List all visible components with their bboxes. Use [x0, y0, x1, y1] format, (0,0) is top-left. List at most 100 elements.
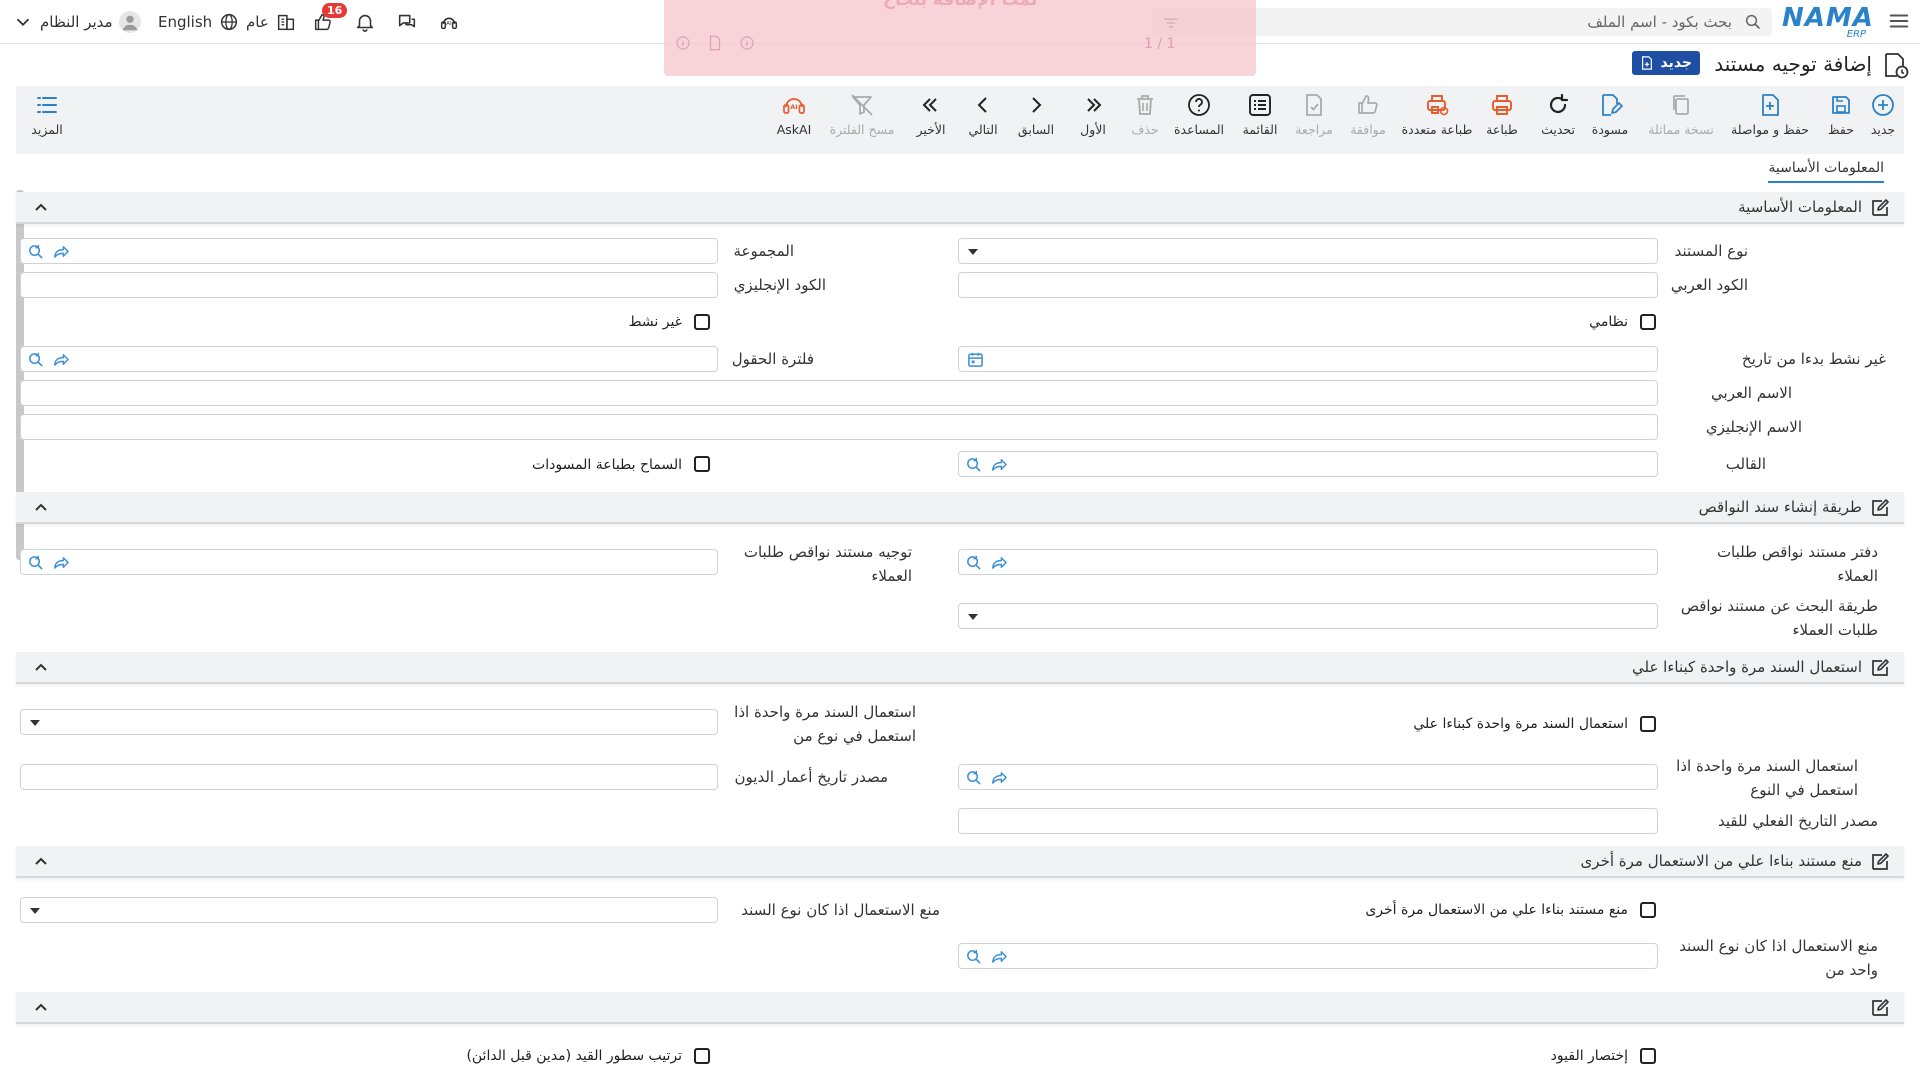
copy-label: نسخة مماثلة	[1648, 122, 1714, 137]
menu-icon[interactable]	[1888, 10, 1910, 32]
shortage-search-method-select[interactable]	[958, 603, 1658, 629]
sort-lines-checkbox[interactable]	[694, 1048, 710, 1064]
multi-print-label: طباعة متعددة	[1401, 122, 1473, 137]
previous-record-button[interactable]: السابق	[1016, 92, 1056, 148]
clear-filter-button[interactable]: مسح الفلترة	[830, 92, 894, 148]
next-record-button[interactable]: التالي	[966, 92, 1000, 148]
review-button[interactable]: مراجعة	[1294, 92, 1334, 148]
svg-text:AI: AI	[790, 103, 797, 111]
actual-date-source-input[interactable]	[958, 808, 1658, 834]
chevron-up-icon[interactable]	[34, 1000, 48, 1014]
use-once-in-type-label: استعمال السند مرة واحدة اذا استعمل في ال…	[1676, 757, 1858, 799]
doc-type-select[interactable]	[958, 238, 1658, 264]
english-name-input[interactable]	[20, 414, 1658, 440]
template-field[interactable]	[958, 451, 1658, 477]
prevent-reuse-label: منع مستند بناءا علي من الاستعمال مرة أخر…	[1365, 902, 1628, 918]
calendar-icon[interactable]	[967, 351, 984, 368]
inactive-label: غير نشط	[628, 314, 682, 330]
prevent-if-type-label: منع الاستعمال اذا كان نوع السند	[741, 901, 940, 919]
nama-logo[interactable]: NAMA ERP	[1782, 4, 1873, 40]
chevron-up-icon[interactable]	[34, 660, 48, 674]
shorten-entries-checkbox[interactable]	[1640, 1048, 1656, 1064]
help-button[interactable]: المساعدة	[1174, 92, 1224, 148]
inactive-checkbox[interactable]	[694, 314, 710, 330]
language-switch[interactable]: English	[158, 10, 240, 34]
group-field[interactable]	[20, 238, 718, 264]
english-name-label: الاسم الإنجليزي	[1705, 418, 1802, 436]
section-shortage-header[interactable]: طريقة إنشاء سند النواقص	[16, 492, 1904, 524]
save-button[interactable]: حفظ	[1826, 92, 1856, 148]
use-once-from-type-label: استعمال السند مرة واحدة اذا استعمل في نو…	[734, 703, 916, 745]
draft-button[interactable]: مسودة	[1588, 92, 1632, 148]
aging-date-source-input[interactable]	[20, 764, 718, 790]
delete-button[interactable]: حذف	[1130, 92, 1160, 148]
system-checkbox[interactable]	[1640, 314, 1656, 330]
bell-icon[interactable]	[354, 10, 376, 34]
list-button[interactable]: القائمة	[1240, 92, 1280, 148]
prevent-reuse-checkbox[interactable]	[1640, 902, 1656, 918]
section-prevent-reuse-header[interactable]: منع مستند بناءا علي من الاستعمال مرة أخر…	[16, 846, 1904, 878]
print-button[interactable]: طباعة	[1484, 92, 1520, 148]
fields-filter-field[interactable]	[20, 346, 718, 372]
inactive-from-label: غير نشط بدءا من تاريخ	[1741, 350, 1886, 368]
section-entries-header[interactable]	[16, 992, 1904, 1024]
page-header: إضافة توجيه مستند جديد	[0, 48, 1920, 82]
system-label: نظامي	[1589, 314, 1628, 330]
page-title: إضافة توجيه مستند	[1714, 52, 1872, 76]
section-title: المعلومات الأساسية	[1738, 198, 1862, 216]
draft-label: مسودة	[1591, 122, 1629, 137]
first-record-button[interactable]: الأول	[1078, 92, 1108, 148]
save-continue-button[interactable]: حفظ و مواصلة	[1730, 92, 1810, 148]
prevent-if-type-select[interactable]	[20, 897, 718, 923]
chat-icon[interactable]	[396, 10, 418, 34]
prevent-if-one-of-field[interactable]	[958, 943, 1658, 969]
allow-print-drafts-checkbox[interactable]	[694, 456, 710, 472]
copy-button[interactable]: نسخة مماثلة	[1646, 92, 1716, 148]
user-menu[interactable]: مدير النظام	[12, 10, 141, 34]
last-record-button[interactable]: الأخير	[914, 92, 948, 148]
shorten-entries-label: إختصار القيود	[1550, 1048, 1628, 1064]
arabic-name-input[interactable]	[20, 380, 1658, 406]
next-label: التالي	[968, 122, 998, 137]
share-arrow-icon	[54, 246, 69, 258]
customer-shortage-book-field[interactable]	[958, 549, 1658, 575]
refresh-button[interactable]: تحديث	[1538, 92, 1578, 148]
english-code-input[interactable]	[20, 272, 718, 298]
section-use-once-header[interactable]: استعمال السند مرة واحدة كبناءا علي	[16, 652, 1904, 684]
new-button[interactable]: جديد	[1868, 92, 1898, 148]
group-label: المجموعة	[733, 242, 794, 260]
use-once-in-type-field[interactable]	[958, 764, 1658, 790]
chevron-up-icon[interactable]	[34, 854, 48, 868]
ai-voice-icon[interactable]: AI	[438, 10, 460, 34]
askai-button[interactable]: AI AskAI	[774, 92, 814, 148]
status-badge-label: جديد	[1660, 55, 1692, 71]
multi-print-button[interactable]: طباعة متعددة	[1402, 92, 1472, 148]
inactive-from-date[interactable]	[958, 346, 1658, 372]
delete-label: حذف	[1131, 122, 1159, 137]
customer-shortage-direct-field[interactable]	[20, 549, 718, 575]
dropdown-arrow-icon	[968, 614, 978, 620]
review-label: مراجعة	[1295, 122, 1333, 137]
chevron-up-icon[interactable]	[34, 500, 48, 514]
branch-selector[interactable]: عام	[246, 10, 297, 34]
chevron-up-icon[interactable]	[34, 200, 48, 214]
use-once-checkbox[interactable]	[1640, 716, 1656, 732]
share-arrow-icon	[54, 557, 69, 569]
notification-count-badge: 16	[322, 3, 348, 18]
svg-text:AI: AI	[446, 21, 452, 27]
arabic-code-input[interactable]	[958, 272, 1658, 298]
help-label: المساعدة	[1173, 122, 1225, 137]
clear-filter-label: مسح الفلترة	[829, 122, 895, 137]
edit-icon	[1870, 658, 1890, 678]
tab-basic-info[interactable]: المعلومات الأساسية	[1768, 160, 1884, 183]
use-once-label: استعمال السند مرة واحدة كبناءا علي	[1413, 716, 1628, 732]
search-refresh-icon	[967, 457, 981, 472]
approve-button[interactable]: موافقة	[1348, 92, 1388, 148]
more-button[interactable]: المزيد	[30, 92, 64, 148]
actual-date-source-label: مصدر التاريخ الفعلي للقيد	[1718, 812, 1878, 830]
save-continue-label: حفظ و مواصلة	[1731, 122, 1809, 137]
approvals-icon[interactable]: 16	[312, 3, 348, 34]
first-label: الأول	[1080, 122, 1106, 137]
section-basic-info-header[interactable]: المعلومات الأساسية	[16, 192, 1904, 224]
use-once-from-type-select[interactable]	[20, 709, 718, 735]
